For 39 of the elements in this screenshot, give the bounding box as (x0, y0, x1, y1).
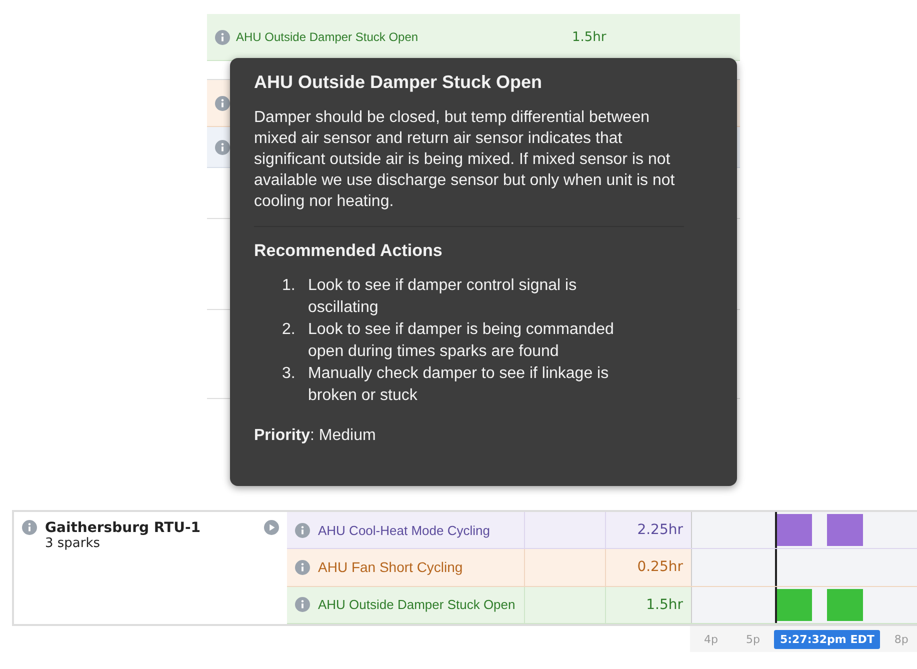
list-number: 3. (282, 364, 296, 384)
list-number: 1. (282, 276, 296, 296)
spark-row[interactable]: AHU Cool-Heat Mode Cycling 2.25hr (287, 512, 917, 550)
info-icon[interactable] (215, 140, 230, 154)
spark-bar (776, 588, 812, 621)
spark-bar (827, 588, 863, 621)
duration: 1.5hr (645, 596, 684, 615)
info-icon[interactable] (215, 96, 230, 110)
spark-name: AHU Outside Damper Stuck Open (236, 30, 420, 44)
action-text: Look to see if damper is being commanded open during times sparks are found (308, 320, 615, 362)
tooltip-description: Damper should be closed, but temp differential between mixed air sensor and return air sensor indicates that significant outside air is being mixed. If mixed sensor is not available we use discharge sensor but only when unit is not cooling nor heating. (254, 107, 684, 227)
axis-label: 5p (744, 632, 761, 646)
info-icon[interactable] (295, 560, 310, 575)
spark-bar (776, 514, 812, 546)
priority-text: Priority: Medium (254, 427, 377, 445)
spark-bar (827, 514, 863, 546)
action-text: Look to see if damper control signal is oscillating (308, 276, 578, 318)
spark-name: AHU Cool-Heat Mode Cycling (318, 522, 490, 538)
axis-label: 8p (893, 632, 910, 646)
list-number: 2. (282, 320, 296, 340)
axis-label: 4p (703, 632, 719, 646)
play-icon[interactable] (264, 520, 279, 535)
spark-row[interactable]: AHU Fan Short Cycling 0.25hr (287, 549, 917, 587)
actions-heading: Recommended Actions (254, 241, 444, 261)
duration: 1.5hr (572, 30, 606, 44)
spark-name: AHU Fan Short Cycling (318, 559, 463, 576)
current-time: 5:27:32pm EDT (774, 630, 880, 648)
spark-name: AHU Outside Damper Stuck Open (318, 597, 516, 612)
duration: 0.25hr (636, 558, 684, 578)
info-icon[interactable] (215, 30, 230, 44)
info-icon[interactable] (295, 597, 310, 612)
info-icon[interactable] (295, 522, 310, 538)
unit-name: Gaithersburg RTU-1 (45, 520, 202, 536)
sparks-count: 3 sparks (45, 536, 102, 551)
spark-row[interactable]: AHU Outside Damper Stuck Open 1.5hr (287, 586, 917, 624)
action-text: Manually check damper to see if linkage is broken or stuck (308, 364, 610, 406)
duration: 2.25hr (636, 521, 684, 540)
info-icon[interactable] (22, 520, 37, 535)
tooltip-title: AHU Outside Damper Stuck Open (254, 72, 544, 93)
